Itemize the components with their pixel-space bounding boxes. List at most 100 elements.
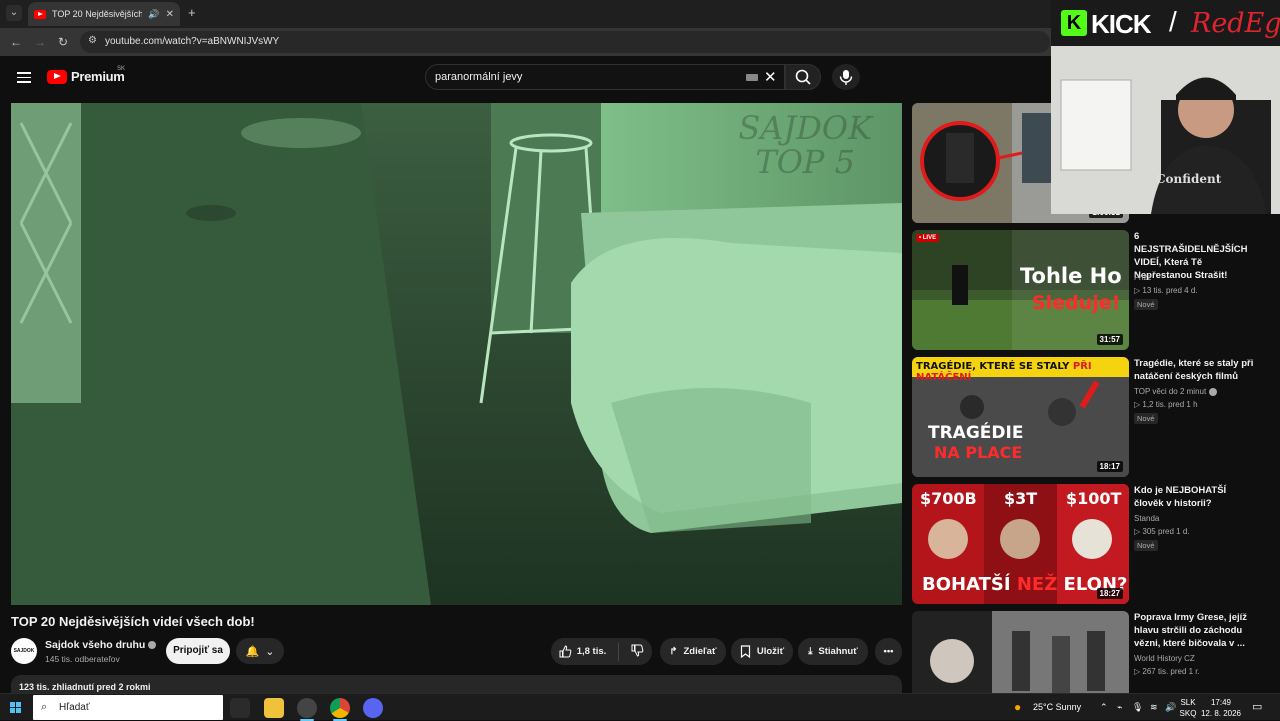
recommendation-title[interactable]: Tragédie, které se staly při natáčení če…	[1134, 357, 1254, 383]
logo-region: SK	[117, 66, 126, 72]
clear-search-icon[interactable]: ✕	[764, 68, 777, 86]
recommendation-item[interactable]: • LIVE Tohle Ho Sleduje! 31:57 6 NEJSTRA…	[912, 230, 1272, 350]
bookmark-icon	[740, 645, 750, 658]
notifications-icon[interactable]: ▭	[1252, 700, 1262, 713]
share-icon: ↱	[669, 646, 678, 657]
thumbnail-value-3: $100T	[1066, 489, 1122, 508]
file-explorer-icon[interactable]	[264, 698, 284, 718]
network-icon[interactable]: ⌁	[1117, 702, 1122, 713]
more-icon: •••	[883, 646, 894, 657]
thumbnail-banner: TRAGÉDIE, KTERÉ SE STALY PŘI NATÁČENÍ	[916, 361, 1129, 383]
youtube-play-icon	[47, 69, 67, 84]
video-title: TOP 20 Nejděsivějších videí všech dob!	[11, 614, 255, 629]
thumbnail-value-2: $3T	[1004, 489, 1038, 508]
bell-icon: 🔔	[245, 645, 260, 658]
streamer-name: RedEgo	[1191, 8, 1280, 39]
keyboard-icon[interactable]	[746, 74, 758, 81]
clock[interactable]: 17:49 12. 8. 2026	[1198, 697, 1244, 719]
language-line-2: SKQ	[1179, 709, 1197, 718]
thumbnail-headline-1: Tohle Ho	[1020, 264, 1122, 288]
language-indicator[interactable]: SLK SKQ	[1176, 697, 1200, 719]
like-dislike-group: 1,8 tis.	[551, 638, 652, 665]
join-button[interactable]: Pripojiť sa	[166, 638, 230, 664]
shirt-text: Confident	[1156, 172, 1222, 186]
channel-text[interactable]: TOP věci do 2 minut	[1134, 387, 1206, 396]
video-player[interactable]: SAJDOK TOP 5	[11, 103, 902, 605]
task-view-icon[interactable]	[230, 698, 250, 718]
search-input[interactable]: paranormální jevy ✕	[425, 64, 785, 90]
wifi-icon[interactable]: ≋	[1150, 702, 1158, 713]
recommendation-channel[interactable]: Frizz	[1134, 273, 1151, 282]
forward-icon[interactable]: →	[34, 35, 46, 49]
search-button[interactable]	[785, 64, 821, 90]
site-info-icon[interactable]: ⚙	[88, 35, 97, 46]
recommendation-title[interactable]: Poprava Irmy Grese, jejíž hlavu strčili …	[1134, 611, 1254, 650]
recommendation-thumbnail[interactable]: • LIVE Tohle Ho Sleduje! 31:57	[912, 230, 1129, 350]
thumbnail-image	[912, 230, 1129, 350]
recommendation-meta: ▷ 13 tis. pred 4 d.	[1134, 286, 1198, 295]
channel-name[interactable]: Sajdok všeho druhu	[45, 639, 157, 651]
video-watermark: SAJDOK TOP 5	[738, 111, 872, 179]
kick-text: KICK	[1091, 9, 1152, 39]
download-button[interactable]: ⤓ Stiahnuť	[798, 638, 868, 665]
weather-text[interactable]: 25°C Sunny	[1033, 702, 1081, 712]
more-actions-button[interactable]: •••	[875, 638, 902, 665]
recommendation-thumbnail[interactable]	[912, 611, 1129, 693]
new-badge: Nové	[1134, 299, 1158, 310]
browser-tab[interactable]: TOP 20 Nejděsivějších videí všech dob! 🔊…	[28, 2, 180, 26]
youtube-logo[interactable]: Premium SK	[47, 66, 126, 84]
youtube-favicon-icon	[34, 9, 46, 19]
close-tab-icon[interactable]: ✕	[166, 9, 174, 20]
thumbnail-image	[912, 611, 1129, 693]
new-tab-button[interactable]: +	[188, 6, 196, 20]
tray-overflow-icon[interactable]: ⌃	[1100, 702, 1108, 713]
omnibox[interactable]: ⚙ youtube.com/watch?v=aBNWNIJVsWY	[80, 31, 1050, 53]
recommendation-channel[interactable]: World History CZ	[1134, 654, 1195, 663]
recommendation-item[interactable]: $700B $3T $100T BOHATŠÍ NEŽ ELON? 18:27 …	[912, 484, 1272, 604]
obs-icon[interactable]	[297, 698, 317, 718]
channel-name-text[interactable]: Sajdok všeho druhu	[45, 639, 145, 651]
microphone-tray-icon[interactable]: 🎙	[1132, 702, 1143, 713]
reload-icon[interactable]: ↻	[58, 35, 68, 49]
duration-badge: 31:57	[1096, 334, 1123, 345]
weather-icon[interactable]: ●	[1014, 700, 1021, 714]
taskbar-search-input[interactable]: ⌕ Hľadať	[33, 695, 223, 720]
recommendation-item[interactable]: TRAGÉDIE, KTERÉ SE STALY PŘI NATÁČENÍ TR…	[912, 357, 1272, 477]
channel-avatar[interactable]: SAJDOK	[11, 638, 37, 664]
notification-button[interactable]: 🔔 ⌄	[236, 638, 284, 664]
voice-search-button[interactable]	[832, 64, 860, 90]
recommendation-title[interactable]: 6 NEJSTRAŠIDELNĚJŠÍCH VIDEÍ, Která Tě Ne…	[1134, 230, 1254, 282]
recommendation-thumbnail[interactable]: TRAGÉDIE, KTERÉ SE STALY PŘI NATÁČENÍ TR…	[912, 357, 1129, 477]
recommendation-thumbnail[interactable]: $700B $3T $100T BOHATŠÍ NEŽ ELON? 18:27	[912, 484, 1129, 604]
recommendation-item[interactable]: Poprava Irmy Grese, jejíž hlavu strčili …	[912, 611, 1272, 693]
save-button[interactable]: Uložiť	[731, 638, 793, 665]
tab-title: TOP 20 Nejděsivějších videí všech dob!	[52, 9, 143, 19]
back-icon[interactable]: ←	[10, 35, 22, 49]
subscriber-count: 145 tis. odberateľov	[45, 654, 120, 664]
recommendation-title[interactable]: Kdo je NEJBOHATŠÍ člověk v historii?	[1134, 484, 1254, 510]
share-label: Zdieľať	[683, 646, 717, 657]
duration-badge: 18:17	[1096, 461, 1123, 472]
recommendation-channel[interactable]: Standa	[1134, 514, 1159, 523]
watermark-line-1: SAJDOK	[738, 109, 872, 147]
url-text[interactable]: youtube.com/watch?v=aBNWNIJVsWY	[105, 36, 279, 47]
recommendation-channel[interactable]: TOP věci do 2 minut	[1134, 387, 1218, 396]
share-button[interactable]: ↱ Zdieľať	[660, 638, 726, 665]
discord-icon[interactable]	[363, 698, 383, 718]
search-query[interactable]: paranormální jevy	[435, 71, 522, 83]
search-icon: ⌕	[41, 701, 48, 713]
download-icon: ⤓	[808, 646, 813, 657]
thumbs-up-icon	[559, 645, 572, 658]
recommendation-meta: ▷ 1,2 tis. pred 1 h	[1134, 400, 1198, 409]
clock-time: 17:49	[1210, 698, 1232, 707]
verified-icon	[148, 641, 157, 650]
dislike-button[interactable]	[631, 644, 644, 660]
chevron-down-icon: ⌄	[265, 645, 275, 658]
windows-start-icon[interactable]	[10, 702, 21, 713]
chrome-icon[interactable]	[330, 698, 350, 718]
tab-list-button[interactable]: ⌄	[6, 5, 22, 21]
like-button[interactable]: 1,8 tis.	[559, 645, 606, 658]
menu-icon[interactable]	[17, 72, 31, 83]
volume-icon[interactable]: 🔊	[1165, 702, 1176, 713]
speaker-icon[interactable]: 🔊	[148, 9, 159, 20]
